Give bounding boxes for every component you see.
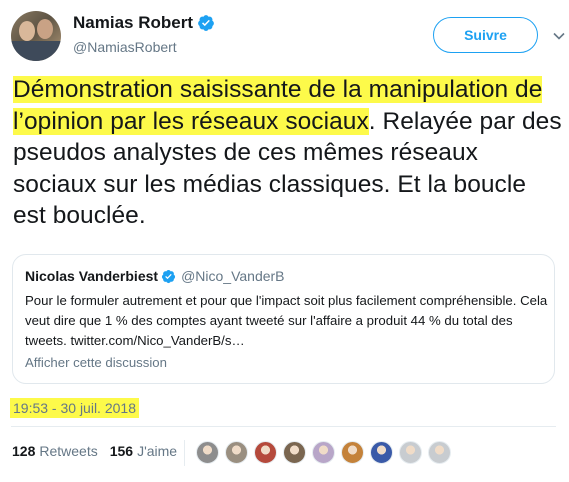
retweets-count[interactable]: 128 — [12, 443, 35, 459]
stats-divider — [184, 440, 185, 466]
divider — [11, 426, 556, 427]
tweet-card: Namias Robert @NamiasRobert Suivre Démon… — [0, 0, 569, 482]
likes-count[interactable]: 156 — [110, 443, 133, 459]
liker-avatars — [196, 441, 457, 464]
author-display-name[interactable]: Namias Robert — [73, 13, 193, 33]
quoted-author-handle: @Nico_VanderB — [181, 268, 285, 284]
follow-button[interactable]: Suivre — [433, 17, 538, 53]
liker-avatar-8[interactable] — [399, 441, 422, 464]
liker-avatar-4[interactable] — [283, 441, 306, 464]
likes-label[interactable]: J'aime — [137, 443, 177, 459]
liker-avatar-3[interactable] — [254, 441, 277, 464]
show-thread-link[interactable]: Afficher cette discussion — [25, 355, 167, 370]
verified-badge-icon — [198, 15, 214, 31]
liker-avatar-2[interactable] — [225, 441, 248, 464]
liker-avatar-6[interactable] — [341, 441, 364, 464]
author-handle[interactable]: @NamiasRobert — [73, 39, 215, 55]
quoted-tweet[interactable]: Nicolas Vanderbiest @Nico_VanderB Pour l… — [12, 254, 555, 384]
author-avatar[interactable] — [11, 11, 61, 61]
tweet-stats: 128 Retweets 156 J'aime — [12, 443, 177, 459]
liker-avatar-9[interactable] — [428, 441, 451, 464]
liker-avatar-7[interactable] — [370, 441, 393, 464]
author-info: Namias Robert @NamiasRobert — [73, 13, 215, 55]
quoted-author-name: Nicolas Vanderbiest — [25, 268, 159, 284]
tweet-text: Démonstration saisissante de la manipula… — [13, 74, 563, 232]
quoted-tweet-header: Nicolas Vanderbiest @Nico_VanderB — [25, 268, 285, 284]
tweet-timestamp[interactable]: 19:53 - 30 juil. 2018 — [10, 398, 139, 418]
chevron-down-icon[interactable] — [553, 32, 565, 40]
liker-avatar-1[interactable] — [196, 441, 219, 464]
quoted-tweet-text: Pour le formuler autrement et pour que l… — [25, 293, 548, 348]
retweets-label[interactable]: Retweets — [39, 443, 97, 459]
liker-avatar-5[interactable] — [312, 441, 335, 464]
verified-badge-icon — [161, 269, 176, 283]
